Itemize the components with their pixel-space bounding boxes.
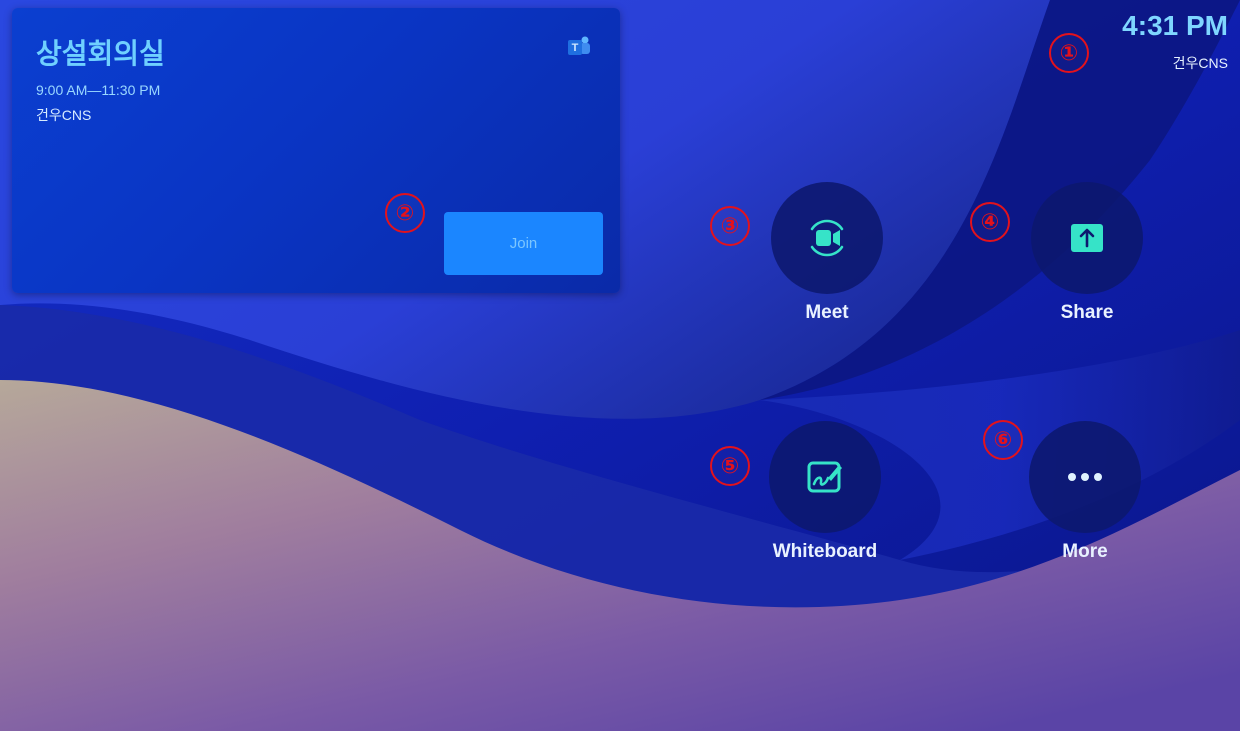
annotation-marker-5: ⑤ bbox=[710, 446, 750, 486]
annotation-marker-3: ③ bbox=[710, 206, 750, 246]
annotation-marker-2: ② bbox=[385, 193, 425, 233]
meet-button[interactable]: Meet bbox=[742, 182, 912, 324]
clock-organization: 건우CNS bbox=[1172, 55, 1228, 71]
join-button[interactable]: Join bbox=[444, 212, 603, 275]
share-upload-icon bbox=[1071, 224, 1103, 252]
whiteboard-label: Whiteboard bbox=[772, 541, 878, 562]
video-camera-icon bbox=[810, 219, 844, 257]
annotation-marker-4: ④ bbox=[970, 202, 1010, 242]
share-button-circle[interactable] bbox=[1031, 182, 1143, 294]
meet-button-circle[interactable] bbox=[771, 182, 883, 294]
clock-time: 4:31 PM bbox=[1122, 10, 1228, 41]
more-button-circle[interactable] bbox=[1029, 421, 1141, 533]
meeting-time-range: 9:00 AM—11:30 PM bbox=[36, 82, 161, 98]
more-button[interactable]: More bbox=[1000, 421, 1170, 563]
annotation-marker-1: ① bbox=[1049, 33, 1089, 73]
whiteboard-button-circle[interactable] bbox=[769, 421, 881, 533]
share-label: Share bbox=[1060, 302, 1114, 323]
share-button[interactable]: Share bbox=[1002, 182, 1172, 324]
annotation-marker-6: ⑥ bbox=[983, 420, 1023, 460]
more-dots-icon bbox=[1068, 473, 1102, 481]
svg-text:T: T bbox=[572, 42, 579, 54]
meeting-organizer: 건우CNS bbox=[36, 107, 92, 123]
meeting-card[interactable]: 상설회의실 9:00 AM—11:30 PM 건우CNS T Join bbox=[12, 8, 620, 293]
room-name: 상설회의실 bbox=[36, 38, 165, 69]
more-label: More bbox=[1062, 541, 1108, 562]
meet-label: Meet bbox=[805, 302, 849, 323]
whiteboard-button[interactable]: Whiteboard bbox=[740, 421, 910, 563]
whiteboard-icon bbox=[807, 461, 842, 493]
teams-icon: T bbox=[568, 36, 590, 55]
